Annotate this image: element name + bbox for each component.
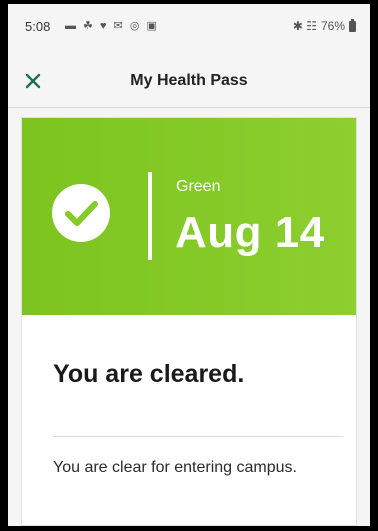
status-label: Green: [176, 178, 221, 195]
status-date: Aug 14: [175, 208, 325, 257]
checkmark-icon: [52, 184, 110, 242]
battery-percent: 76%: [320, 19, 345, 33]
banner-divider: [148, 172, 152, 260]
status-banner: Green Aug 14: [22, 118, 356, 315]
bluetooth-signal-icon: ✱ ☷: [292, 19, 317, 33]
page-title: My Health Pass: [130, 72, 248, 89]
battery-icon: [349, 18, 356, 32]
cleared-message: You are clear for entering campus.: [53, 459, 297, 476]
status-right: ✱ ☷ 76%: [292, 18, 356, 33]
app-bar: My Health Pass: [8, 56, 370, 108]
notification-icons: ▬ ☘ ♥ ✉ ◎ ▣: [65, 20, 159, 32]
cleared-heading: You are cleared.: [53, 360, 245, 388]
status-bar: 5:08 ▬ ☘ ♥ ✉ ◎ ▣ ✱ ☷ 76%: [8, 4, 370, 56]
health-pass-card: Green Aug 14 You are cleared. You are cl…: [21, 117, 357, 526]
content-divider: [53, 436, 343, 437]
status-time: 5:08: [25, 19, 51, 34]
phone-screen: 5:08 ▬ ☘ ♥ ✉ ◎ ▣ ✱ ☷ 76% My Health Pass …: [8, 4, 370, 526]
